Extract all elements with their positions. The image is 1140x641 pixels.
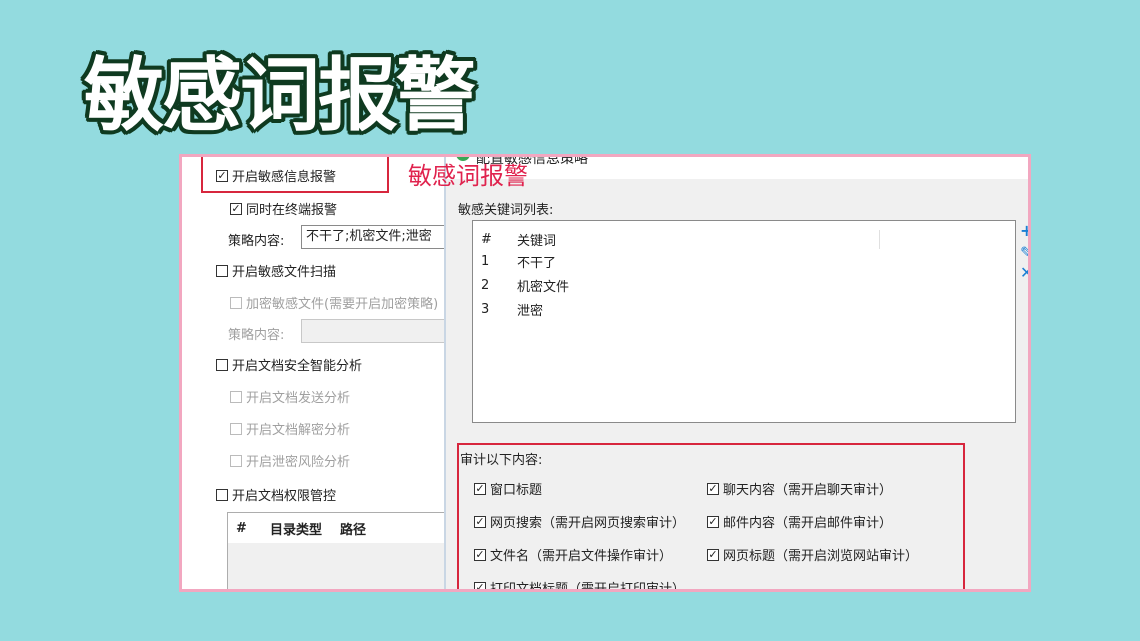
checkbox-label: 文件名（需开启文件操作审计） — [490, 549, 673, 564]
column-header-index[interactable]: # — [473, 232, 517, 247]
checkbox-box — [230, 296, 242, 309]
checkbox-label: 开启文档权限管控 — [232, 489, 337, 504]
row-keyword: 不干了 — [517, 255, 557, 271]
check-icon: ✓ — [230, 201, 242, 215]
directory-table-header: # 目录类型 路径 — [228, 513, 466, 543]
checkbox-box — [230, 454, 242, 467]
strategy-input[interactable]: 不干了;机密文件;泄密 — [301, 225, 461, 249]
checkbox-web-search[interactable]: ✓ 网页搜索（需开启网页搜索审计） — [474, 512, 685, 531]
row-index: 1 — [481, 253, 490, 269]
checkbox-label: 加密敏感文件(需要开启加密策略) — [246, 297, 439, 312]
checkbox-label: 开启文档安全智能分析 — [232, 359, 363, 374]
checkbox-enable-file-scan[interactable]: 开启敏感文件扫描 — [216, 261, 336, 280]
plus-icon[interactable]: + — [1020, 223, 1028, 239]
checkbox-label: 网页标题（需开启浏览网站审计） — [723, 549, 919, 564]
checkbox-doc-permission[interactable]: 开启文档权限管控 — [216, 485, 336, 504]
checkbox-box — [230, 390, 242, 403]
checkbox-label: 开启敏感文件扫描 — [232, 265, 337, 280]
column-header-dir-type[interactable]: 目录类型 — [270, 519, 340, 538]
annotation-label: 敏感词报警 — [408, 162, 528, 190]
row-index: 2 — [481, 277, 490, 293]
audit-label: 审计以下内容: — [460, 453, 543, 468]
delete-icon[interactable]: ✕ — [1020, 265, 1028, 281]
keyword-table-header: # 关键词 — [473, 227, 1015, 251]
checkbox-mail-content[interactable]: ✓ 邮件内容（需开启邮件审计） — [707, 512, 892, 531]
column-header-keyword[interactable]: 关键词 — [517, 229, 880, 249]
left-settings-panel: ✓ 开启敏感信息报警 ✓ 同时在终端报警 策略内容: 不干了;机密文件;泄密 开… — [182, 157, 467, 589]
table-row[interactable]: 2 机密文件 — [473, 274, 569, 296]
checkbox-label: 开启文档解密分析 — [246, 423, 351, 438]
checkbox-box — [216, 358, 228, 371]
table-row[interactable]: 3 泄密 — [473, 298, 543, 320]
checkbox-label: 窗口标题 — [490, 483, 543, 498]
checkbox-label: 同时在终端报警 — [246, 203, 338, 218]
checkbox-box — [216, 488, 228, 501]
checkbox-doc-send[interactable]: 开启文档发送分析 — [230, 387, 350, 406]
strategy-input-disabled[interactable] — [301, 319, 461, 343]
table-row[interactable]: 1 不干了 — [473, 250, 556, 272]
page-heading: 敏感词报警 — [84, 49, 476, 142]
checkbox-label: 聊天内容（需开启聊天审计） — [723, 483, 893, 498]
row-keyword: 机密文件 — [517, 279, 570, 295]
check-icon: ✓ — [707, 514, 719, 528]
checkbox-leak-risk[interactable]: 开启泄密风险分析 — [230, 451, 350, 470]
check-icon: ✓ — [707, 481, 719, 495]
keyword-list-label: 敏感关键词列表: — [458, 203, 554, 218]
checkbox-doc-decrypt[interactable]: 开启文档解密分析 — [230, 419, 350, 438]
check-icon: ✓ — [474, 514, 486, 528]
row-index: 3 — [481, 301, 490, 317]
checkbox-label: 打印文档标题（需开启打印审计） — [490, 582, 686, 592]
checkbox-label: 开启文档发送分析 — [246, 391, 351, 406]
checkbox-label: 开启泄密风险分析 — [246, 455, 351, 470]
checkbox-file-name[interactable]: ✓ 文件名（需开启文件操作审计） — [474, 545, 672, 564]
checkbox-terminal-alarm[interactable]: ✓ 同时在终端报警 — [230, 199, 337, 218]
checkbox-print-title[interactable]: ✓ 打印文档标题（需开启打印审计） — [474, 578, 686, 592]
checkbox-box — [230, 422, 242, 435]
dialog-titlebar: 配置敏感信息策略 — [446, 157, 1028, 179]
checkbox-window-title[interactable]: ✓ 窗口标题 — [474, 479, 542, 498]
check-icon: ✓ — [474, 547, 486, 561]
screenshot-frame: ✓ 开启敏感信息报警 ✓ 同时在终端报警 策略内容: 不干了;机密文件;泄密 开… — [179, 154, 1031, 592]
checkbox-label: 网页搜索（需开启网页搜索审计） — [490, 516, 686, 531]
column-header-index[interactable]: # — [228, 521, 270, 536]
edit-icon[interactable]: ✎ — [1020, 245, 1028, 261]
strategy-label-2: 策略内容: — [228, 328, 285, 343]
check-icon: ✓ — [707, 547, 719, 561]
check-icon: ✓ — [474, 481, 486, 495]
checkbox-enable-doc-analysis[interactable]: 开启文档安全智能分析 — [216, 355, 362, 374]
app-icon — [456, 157, 470, 161]
checkbox-box — [216, 264, 228, 277]
strategy-label: 策略内容: — [228, 234, 285, 249]
check-icon: ✓ — [216, 168, 228, 182]
checkbox-label: 开启敏感信息报警 — [232, 170, 337, 185]
checkbox-encrypt-sensitive[interactable]: 加密敏感文件(需要开启加密策略) — [230, 293, 438, 312]
row-keyword: 泄密 — [517, 303, 544, 319]
check-icon: ✓ — [474, 580, 486, 592]
checkbox-label: 邮件内容（需开启邮件审计） — [723, 516, 893, 531]
directory-table[interactable]: # 目录类型 路径 — [227, 512, 467, 589]
keyword-list-table[interactable]: # 关键词 1 不干了 2 机密文件 3 泄密 — [472, 220, 1016, 423]
checkbox-enable-sensitive-alarm[interactable]: ✓ 开启敏感信息报警 — [216, 166, 336, 185]
checkbox-chat-content[interactable]: ✓ 聊天内容（需开启聊天审计） — [707, 479, 892, 498]
column-header-path[interactable]: 路径 — [340, 519, 366, 538]
checkbox-web-title[interactable]: ✓ 网页标题（需开启浏览网站审计） — [707, 545, 918, 564]
